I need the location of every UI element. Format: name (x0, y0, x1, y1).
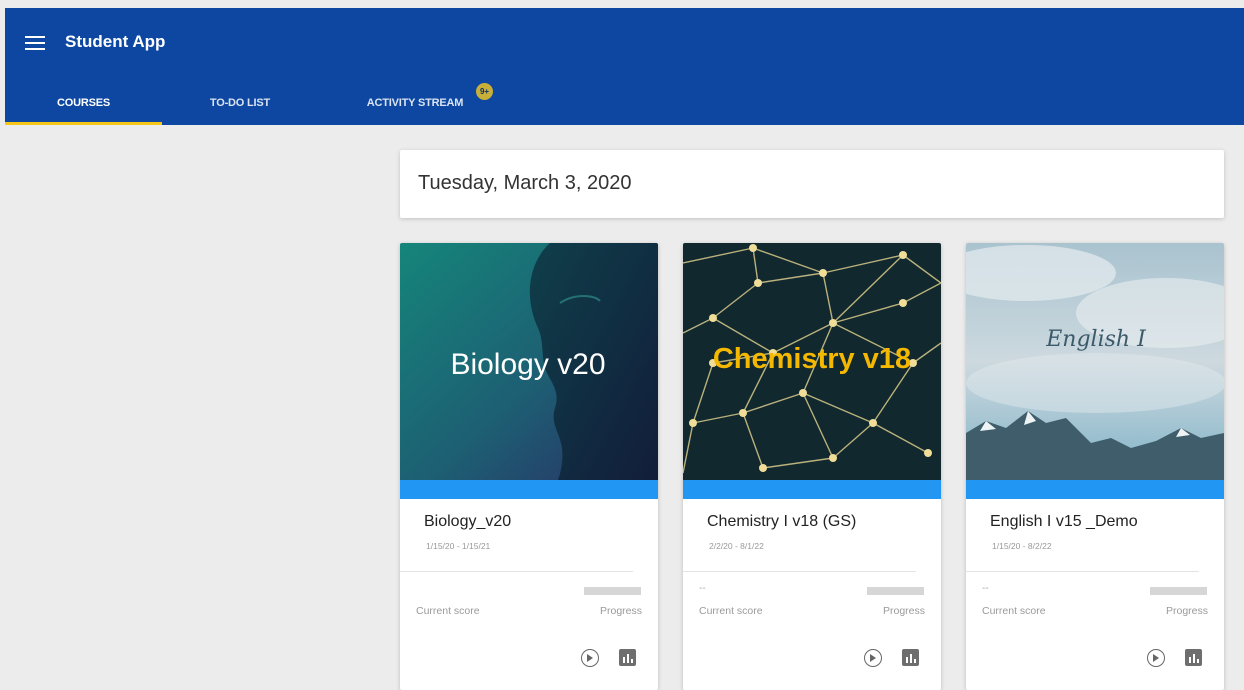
hamburger-menu-icon[interactable] (25, 36, 45, 52)
current-score-label: Current score (982, 605, 1046, 617)
cover-title-overlay: English I (1045, 327, 1147, 352)
current-score-value: -- (699, 583, 706, 594)
cover-title-overlay: Biology v20 (450, 348, 605, 381)
card-divider (400, 571, 633, 572)
course-cover-image[interactable]: Biology v20 (400, 243, 658, 480)
course-card-biology[interactable]: Biology v20 Biology_v20 1/15/20 - 1/15/2… (400, 243, 658, 690)
tab-to-do-list-label: TO-DO LIST (209, 96, 271, 109)
current-score-label: Current score (416, 605, 480, 617)
play-circle-icon[interactable] (1147, 649, 1165, 667)
course-dates: 2/2/20 - 8/1/22 (709, 541, 764, 551)
cover-title-overlay: Chemistry v18 (713, 343, 911, 375)
app-title: Student App (65, 32, 166, 51)
tab-to-do-list[interactable]: TO-DO LIST (175, 80, 305, 125)
date-banner: Tuesday, March 3, 2020 (400, 150, 1224, 218)
course-dates: 1/15/20 - 1/15/21 (426, 541, 491, 551)
bar-chart-icon[interactable] (619, 649, 636, 666)
current-score-value: -- (982, 583, 989, 594)
tab-courses[interactable]: COURSES (5, 80, 162, 125)
course-cover-image[interactable]: Chemistry v18 (683, 243, 941, 480)
course-color-bar (683, 480, 941, 499)
progress-label: Progress (882, 605, 925, 617)
notification-badge: 9+ (476, 83, 493, 100)
app-header: Student App COURSES TO-DO LIST ACTIVITY … (5, 8, 1244, 125)
play-circle-icon[interactable] (581, 649, 599, 667)
bar-chart-icon[interactable] (1185, 649, 1202, 666)
course-card-chemistry[interactable]: Chemistry v18 Chemistry I v18 (GS) 2/2/2… (683, 243, 941, 690)
course-color-bar (966, 480, 1224, 499)
current-score-label: Current score (699, 605, 763, 617)
play-circle-icon[interactable] (864, 649, 882, 667)
progress-bar (867, 587, 924, 595)
tab-activity-stream-label: ACTIVITY STREAM (366, 96, 464, 109)
course-card-english[interactable]: English I English I v15 _Demo 1/15/20 - … (966, 243, 1224, 690)
course-name[interactable]: Biology_v20 (424, 513, 511, 531)
cover-title: Biology v20 (450, 348, 605, 381)
course-name[interactable]: English I v15 _Demo (990, 513, 1138, 531)
tab-activity-stream[interactable]: ACTIVITY STREAM (335, 80, 495, 125)
cover-title: Chemistry v18 (713, 343, 911, 375)
course-name[interactable]: Chemistry I v18 (GS) (707, 513, 856, 531)
progress-bar (1150, 587, 1207, 595)
cover-title: English I (1045, 327, 1147, 352)
course-color-bar (400, 480, 658, 499)
tab-courses-label: COURSES (57, 96, 110, 109)
progress-bar (584, 587, 641, 595)
tab-bar: COURSES TO-DO LIST ACTIVITY STREAM 9+ (5, 80, 1244, 125)
progress-label: Progress (1165, 605, 1208, 617)
card-divider (966, 571, 1199, 572)
bar-chart-icon[interactable] (902, 649, 919, 666)
course-cover-image[interactable]: English I (966, 243, 1224, 480)
course-dates: 1/15/20 - 8/2/22 (992, 541, 1052, 551)
card-divider (683, 571, 916, 572)
progress-label: Progress (599, 605, 642, 617)
current-date: Tuesday, March 3, 2020 (418, 172, 632, 194)
